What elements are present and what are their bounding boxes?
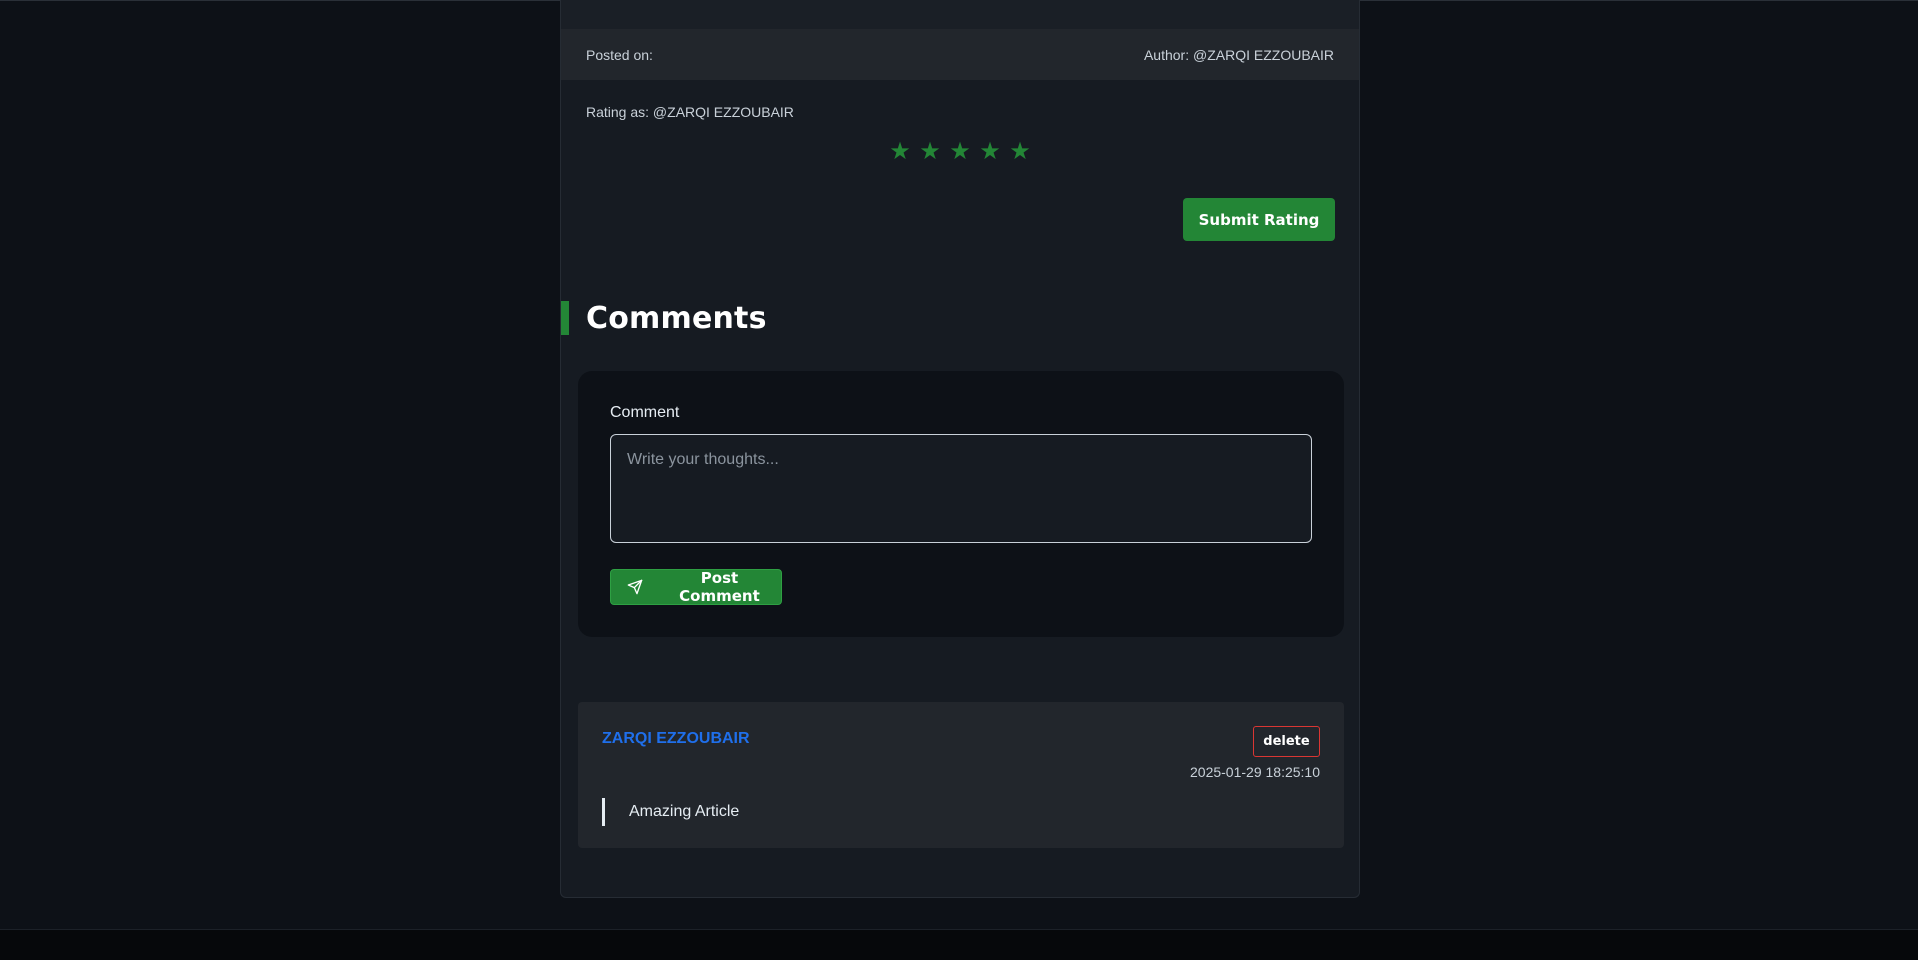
card-top-strip bbox=[561, 0, 1359, 29]
article-card: Posted on: Author: @ZARQI EZZOUBAIR Rati… bbox=[560, 0, 1360, 898]
post-meta-bar: Posted on: Author: @ZARQI EZZOUBAIR bbox=[561, 29, 1359, 80]
rating-as-label: Rating as: @ZARQI EZZOUBAIR bbox=[586, 104, 794, 120]
comment-field-label: Comment bbox=[610, 404, 680, 421]
star-icon-5[interactable]: ★ bbox=[1009, 136, 1031, 166]
comment-body: Amazing Article bbox=[602, 798, 739, 826]
comment-timestamp: 2025-01-29 18:25:10 bbox=[1190, 764, 1320, 780]
comment-author-link[interactable]: ZARQI EZZOUBAIR bbox=[602, 730, 750, 748]
post-comment-label: Post Comment bbox=[679, 569, 760, 605]
comments-title: Comments bbox=[586, 300, 767, 336]
star-icon-4[interactable]: ★ bbox=[979, 136, 1001, 166]
send-icon bbox=[627, 579, 643, 595]
comment-textarea[interactable] bbox=[610, 434, 1312, 543]
comment-item: ZARQI EZZOUBAIR delete 2025-01-29 18:25:… bbox=[578, 702, 1344, 848]
author-label: Author: @ZARQI EZZOUBAIR bbox=[1143, 46, 1334, 63]
star-icon-3[interactable]: ★ bbox=[949, 136, 971, 166]
submit-rating-button[interactable]: Submit Rating bbox=[1183, 198, 1335, 241]
comment-form: Comment Post Comment bbox=[578, 371, 1344, 637]
star-icon-1[interactable]: ★ bbox=[889, 136, 911, 166]
delete-comment-button[interactable]: delete bbox=[1253, 726, 1320, 757]
heading-accent-bar bbox=[561, 301, 569, 335]
footer-bar bbox=[0, 929, 1918, 960]
posted-on-label: Posted on: bbox=[586, 46, 653, 63]
post-comment-button[interactable]: Post Comment bbox=[610, 569, 782, 605]
comments-section-heading: Comments bbox=[561, 300, 767, 336]
star-icon-2[interactable]: ★ bbox=[919, 136, 941, 166]
star-rating: ★ ★ ★ ★ ★ bbox=[561, 136, 1359, 166]
